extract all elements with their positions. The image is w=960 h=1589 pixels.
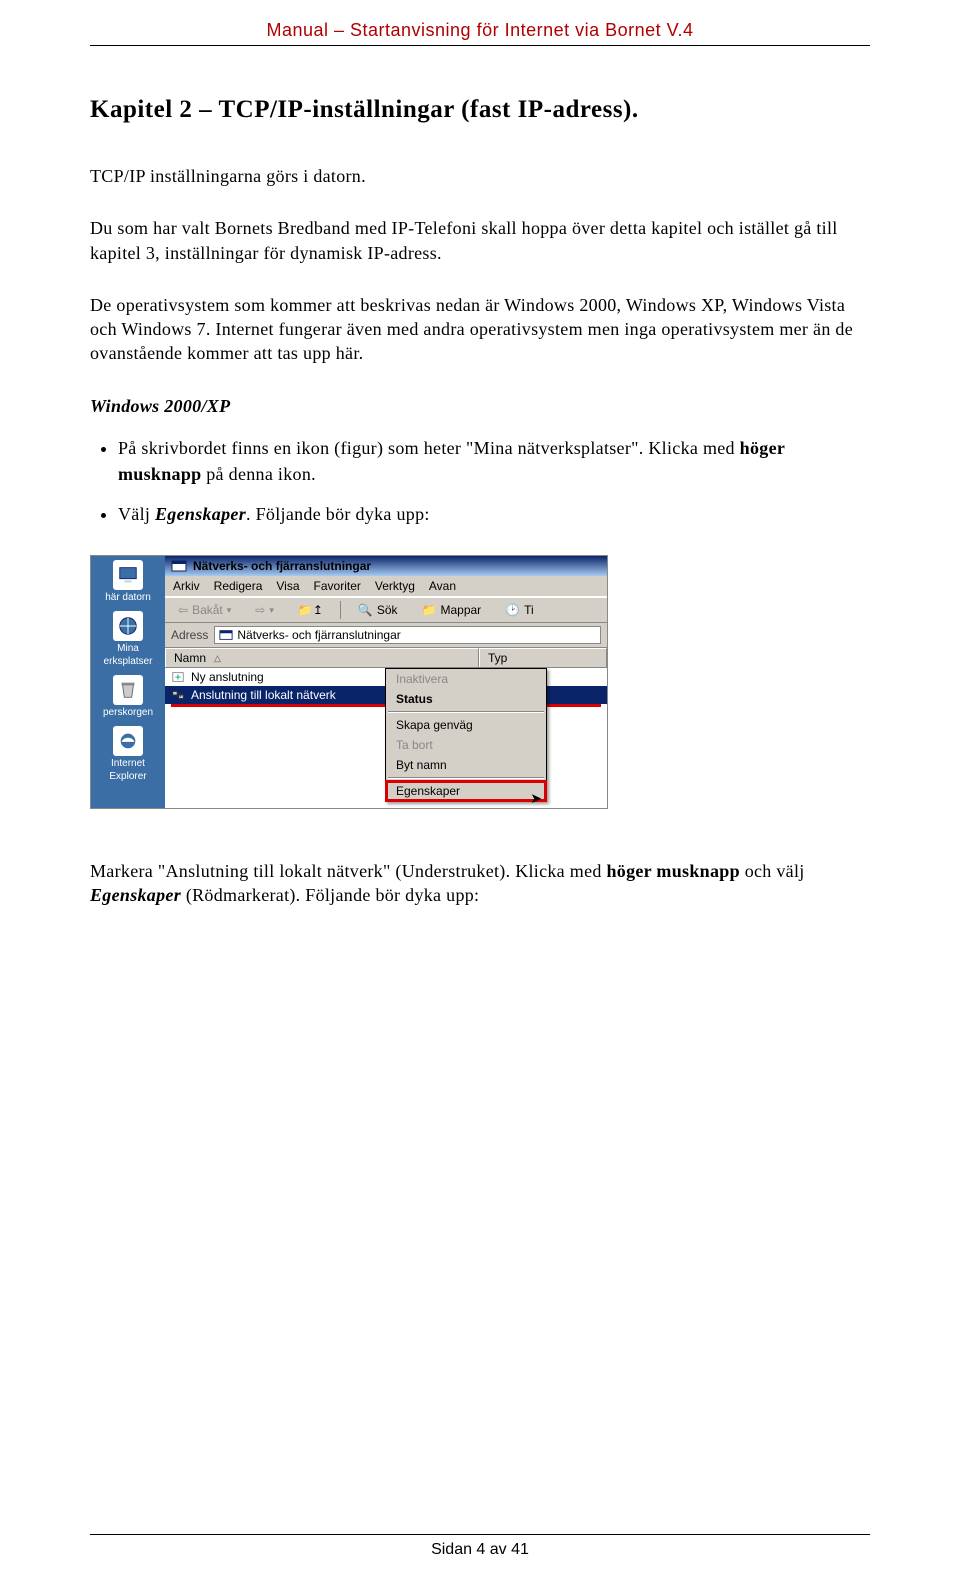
search-label: Sök <box>377 603 398 617</box>
network-places-icon-item[interactable]: Mina erksplatser <box>104 611 153 667</box>
menu-avancerat[interactable]: Avan <box>429 579 456 593</box>
menu-redigera[interactable]: Redigera <box>214 579 263 593</box>
address-input[interactable]: Nätverks- och fjärranslutningar <box>214 626 601 644</box>
p4-mid: och välj <box>740 861 805 881</box>
footer-page-number: Sidan 4 av 41 <box>0 1541 960 1559</box>
recycle-bin-icon <box>113 675 143 705</box>
network-places-label-1: Mina <box>117 643 139 654</box>
chapter-title: Kapitel 2 – TCP/IP-inställningar (fast I… <box>90 96 870 124</box>
column-typ[interactable]: Typ <box>479 648 607 667</box>
address-value: Nätverks- och fjärranslutningar <box>237 628 400 642</box>
address-bar: Adress Nätverks- och fjärranslutningar <box>165 623 607 648</box>
explorer-window: Nätverks- och fjärranslutningar Arkiv Re… <box>165 556 607 808</box>
forward-dropdown-icon: ▾ <box>269 605 274 616</box>
bullet-1: På skrivbordet finns en ikon (figur) som… <box>118 435 870 487</box>
folders-label: Mappar <box>440 603 481 617</box>
bullet-list: På skrivbordet finns en ikon (figur) som… <box>118 435 870 527</box>
my-computer-label: här datorn <box>105 592 151 603</box>
history-label: Ti <box>524 603 534 617</box>
history-button[interactable]: 🕑 Ti <box>498 601 541 619</box>
ie-label-2: Explorer <box>109 771 146 782</box>
bullet-1-post: på denna ikon. <box>201 464 315 484</box>
folders-icon: 📁 <box>422 603 437 617</box>
up-folder-icon: 📁↥ <box>298 603 323 617</box>
menu-arkiv[interactable]: Arkiv <box>173 579 200 593</box>
ctx-separator-1 <box>388 711 544 713</box>
cursor-icon: ➤ <box>530 790 542 807</box>
paragraph-skip: Du som har valt Bornets Bredband med IP-… <box>90 216 870 265</box>
embedded-screenshot: här datorn Mina erksplatser perskorgen <box>90 555 608 809</box>
address-label: Adress <box>171 628 208 642</box>
bullet-2-bold: Egenskaper <box>155 504 246 524</box>
column-name-label: Namn <box>174 651 206 665</box>
lan-connection-icon <box>171 688 185 702</box>
paragraph-os: De operativsystem som kommer att beskriv… <box>90 293 870 366</box>
ie-label-1: Internet <box>111 758 145 769</box>
paragraph-intro: TCP/IP inställningarna görs i datorn. <box>90 164 870 188</box>
sort-indicator-icon: △ <box>214 653 221 664</box>
page-footer: Sidan 4 av 41 <box>0 1534 960 1559</box>
network-places-label-2: erksplatser <box>104 656 153 667</box>
address-icon <box>219 628 233 642</box>
up-button[interactable]: 📁↥ <box>291 601 330 619</box>
ctx-egenskaper-label: Egenskaper <box>396 784 460 798</box>
ie-icon-item[interactable]: Internet Explorer <box>109 726 146 782</box>
window-title: Nätverks- och fjärranslutningar <box>193 559 371 573</box>
bullet-2: Välj Egenskaper. Följande bör dyka upp: <box>118 501 870 527</box>
column-typ-label: Typ <box>488 651 507 665</box>
back-arrow-icon: ⇦ <box>178 603 188 617</box>
ctx-inaktivera[interactable]: Inaktivera <box>386 669 546 689</box>
p4-post: (Rödmarkerat). Följande bör dyka upp: <box>181 885 479 905</box>
new-connection-icon <box>171 670 185 684</box>
history-icon: 🕑 <box>505 603 520 617</box>
search-icon: 🔍 <box>358 603 373 617</box>
subsection-title: Windows 2000/XP <box>90 396 870 417</box>
bullet-2-post: . Följande bör dyka upp: <box>246 504 430 524</box>
forward-button[interactable]: ⇨ ▾ <box>248 601 281 619</box>
menubar: Arkiv Redigera Visa Favoriter Verktyg Av… <box>165 576 607 597</box>
ctx-status[interactable]: Status <box>386 689 546 709</box>
window-icon <box>171 558 187 574</box>
p4-pre: Markera "Anslutning till lokalt nätverk"… <box>90 861 606 881</box>
window-titlebar[interactable]: Nätverks- och fjärranslutningar <box>165 556 607 576</box>
desktop-sidebar: här datorn Mina erksplatser perskorgen <box>91 556 165 808</box>
my-computer-icon <box>113 560 143 590</box>
list-body: Ny anslutning Anslutning till lokalt nät… <box>165 668 607 808</box>
row2-label: Anslutning till lokalt nätverk <box>191 688 336 702</box>
toolbar-separator <box>340 601 341 619</box>
page-header-title: Manual – Startanvisning för Internet via… <box>90 20 870 41</box>
menu-verktyg[interactable]: Verktyg <box>375 579 415 593</box>
bullet-1-pre: På skrivbordet finns en ikon (figur) som… <box>118 438 740 458</box>
footer-rule <box>90 1534 870 1535</box>
bullet-2-pre: Välj <box>118 504 155 524</box>
ctx-separator-2 <box>388 777 544 779</box>
ie-icon <box>113 726 143 756</box>
header-rule <box>90 45 870 46</box>
menu-visa[interactable]: Visa <box>276 579 299 593</box>
back-button[interactable]: ⇦ Bakåt ▾ <box>171 601 238 619</box>
ctx-byt-namn[interactable]: Byt namn <box>386 755 546 775</box>
search-button[interactable]: 🔍 Sök <box>351 601 405 619</box>
context-menu: Inaktivera Status Skapa genväg Ta bort B… <box>385 668 547 802</box>
ctx-ta-bort[interactable]: Ta bort <box>386 735 546 755</box>
paragraph-after-shot: Markera "Anslutning till lokalt nätverk"… <box>90 859 870 908</box>
menu-favoriter[interactable]: Favoriter <box>314 579 361 593</box>
forward-arrow-icon: ⇨ <box>255 603 265 617</box>
ctx-skapa-genvag[interactable]: Skapa genväg <box>386 715 546 735</box>
back-dropdown-icon: ▾ <box>227 605 232 616</box>
back-label: Bakåt <box>192 603 223 617</box>
p4-bold2: Egenskaper <box>90 885 181 905</box>
toolbar: ⇦ Bakåt ▾ ⇨ ▾ 📁↥ 🔍 Sök <box>165 597 607 623</box>
p4-bold1: höger musknapp <box>606 861 739 881</box>
network-places-icon <box>113 611 143 641</box>
ctx-egenskaper[interactable]: Egenskaper ➤ <box>386 781 546 801</box>
folders-button[interactable]: 📁 Mappar <box>415 601 489 619</box>
column-name[interactable]: Namn △ <box>165 648 479 667</box>
list-header: Namn △ Typ <box>165 648 607 668</box>
recycle-bin-label: perskorgen <box>103 707 153 718</box>
recycle-bin-icon-item[interactable]: perskorgen <box>103 675 153 718</box>
my-computer-icon-item[interactable]: här datorn <box>105 560 151 603</box>
row1-label: Ny anslutning <box>191 670 264 684</box>
